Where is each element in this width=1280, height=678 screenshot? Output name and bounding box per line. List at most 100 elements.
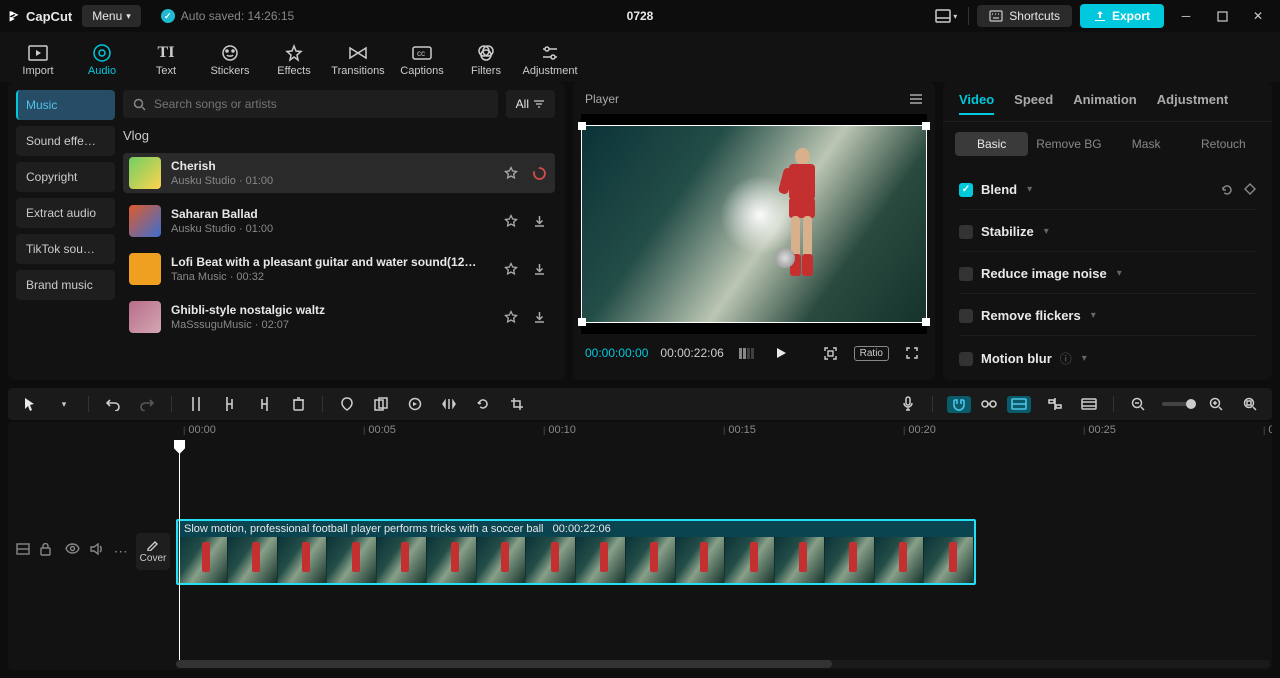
snap-preview-icon[interactable] xyxy=(1007,396,1031,413)
tab-text[interactable]: TI Text xyxy=(138,36,194,82)
download-icon[interactable] xyxy=(529,211,549,231)
player-menu-icon[interactable] xyxy=(909,93,923,105)
trim-left-button[interactable] xyxy=(220,394,240,414)
resize-handle[interactable] xyxy=(922,122,930,130)
tab-stickers[interactable]: Stickers xyxy=(202,36,258,82)
sidebar-item-copyright[interactable]: Copyright xyxy=(16,162,115,192)
search-input-wrapper[interactable] xyxy=(123,90,498,118)
resize-handle[interactable] xyxy=(578,122,586,130)
magnet-main-icon[interactable] xyxy=(947,396,971,413)
video-clip[interactable]: Slow motion, professional football playe… xyxy=(176,519,976,585)
redo-button[interactable] xyxy=(137,394,157,414)
timeline-scrollbar[interactable] xyxy=(176,660,1270,668)
lock-icon[interactable] xyxy=(40,543,54,559)
timeline-ruler[interactable]: 00:00 00:05 00:10 00:15 00:20 00:25 00 xyxy=(8,422,1272,442)
cover-button[interactable]: Cover xyxy=(136,533,170,570)
play-button[interactable] xyxy=(770,342,792,364)
inspector-tab-video[interactable]: Video xyxy=(959,92,994,115)
chevron-down-icon[interactable]: ▾ xyxy=(54,394,74,414)
subtab-mask[interactable]: Mask xyxy=(1110,132,1183,156)
tab-filters[interactable]: Filters xyxy=(458,36,514,82)
player-frame[interactable] xyxy=(581,125,927,323)
crop-button[interactable] xyxy=(507,394,527,414)
filter-all-button[interactable]: All xyxy=(506,90,555,118)
download-icon[interactable] xyxy=(529,259,549,279)
ratio-button[interactable]: Ratio xyxy=(854,346,889,361)
track-item[interactable]: Ghibli-style nostalgic waltz MaSssuguMus… xyxy=(123,297,555,337)
split-button[interactable] xyxy=(186,394,206,414)
subtab-retouch[interactable]: Retouch xyxy=(1187,132,1260,156)
inspector-tab-adjustment[interactable]: Adjustment xyxy=(1157,92,1229,115)
resize-handle[interactable] xyxy=(922,318,930,326)
duplicate-button[interactable] xyxy=(371,394,391,414)
align-icon[interactable] xyxy=(1045,394,1065,414)
delete-button[interactable] xyxy=(288,394,308,414)
download-icon[interactable] xyxy=(529,307,549,327)
reverse-button[interactable] xyxy=(405,394,425,414)
link-icon[interactable] xyxy=(977,396,1001,413)
favorite-icon[interactable] xyxy=(501,163,521,183)
reduce-noise-checkbox[interactable] xyxy=(959,267,973,281)
search-input[interactable] xyxy=(154,97,488,111)
select-tool[interactable] xyxy=(20,394,40,414)
shortcuts-button[interactable]: Shortcuts xyxy=(977,5,1072,27)
sidebar-item-music[interactable]: Music xyxy=(16,90,115,120)
rotate-button[interactable] xyxy=(473,394,493,414)
layout-button[interactable]: ▾ xyxy=(932,4,960,28)
sidebar-item-brand-music[interactable]: Brand music xyxy=(16,270,115,300)
resize-handle[interactable] xyxy=(578,318,586,326)
track-item[interactable]: Lofi Beat with a pleasant guitar and wat… xyxy=(123,249,555,289)
tab-effects[interactable]: Effects xyxy=(266,36,322,82)
keyframe-icon[interactable] xyxy=(1244,183,1256,197)
subtab-basic[interactable]: Basic xyxy=(955,132,1028,156)
undo-button[interactable] xyxy=(103,394,123,414)
sidebar-item-extract-audio[interactable]: Extract audio xyxy=(16,198,115,228)
tab-audio[interactable]: Audio xyxy=(74,36,130,82)
collapse-icon[interactable] xyxy=(16,543,30,559)
close-button[interactable]: ✕ xyxy=(1244,4,1272,28)
motion-blur-checkbox[interactable] xyxy=(959,352,973,366)
favorite-icon[interactable] xyxy=(501,259,521,279)
chevron-down-icon[interactable]: ▾ xyxy=(1027,184,1032,195)
sidebar-item-tiktok-sounds[interactable]: TikTok sou… xyxy=(16,234,115,264)
mic-button[interactable] xyxy=(898,394,918,414)
compare-icon[interactable] xyxy=(736,342,758,364)
tab-import[interactable]: Import xyxy=(10,36,66,82)
track-settings-icon[interactable] xyxy=(1079,394,1099,414)
chevron-down-icon[interactable]: ▾ xyxy=(1117,268,1122,279)
zoom-fit-icon[interactable] xyxy=(1240,394,1260,414)
more-icon[interactable]: ⋯ xyxy=(114,543,128,559)
tab-captions[interactable]: cc Captions xyxy=(394,36,450,82)
mirror-button[interactable] xyxy=(439,394,459,414)
clips-area[interactable]: Slow motion, professional football playe… xyxy=(170,442,1272,660)
inspector-tab-speed[interactable]: Speed xyxy=(1014,92,1053,115)
blend-checkbox[interactable] xyxy=(959,183,973,197)
zoom-out-icon[interactable] xyxy=(1128,394,1148,414)
sidebar-item-sound-effects[interactable]: Sound effe… xyxy=(16,126,115,156)
export-button[interactable]: Export xyxy=(1080,4,1164,28)
scan-icon[interactable] xyxy=(820,342,842,364)
tab-adjustment[interactable]: Adjustment xyxy=(522,36,578,82)
chevron-down-icon[interactable]: ▾ xyxy=(1082,353,1087,364)
info-icon[interactable]: ⓘ xyxy=(1060,350,1072,367)
fullscreen-icon[interactable] xyxy=(901,342,923,364)
minimize-button[interactable]: ─ xyxy=(1172,4,1200,28)
track-item[interactable]: Saharan Ballad Ausku Studio · 01:00 xyxy=(123,201,555,241)
playhead[interactable] xyxy=(179,442,180,660)
reset-icon[interactable] xyxy=(1220,183,1234,197)
loading-icon[interactable] xyxy=(529,163,549,183)
maximize-button[interactable] xyxy=(1208,4,1236,28)
trim-right-button[interactable] xyxy=(254,394,274,414)
player-viewport[interactable] xyxy=(581,114,927,334)
favorite-icon[interactable] xyxy=(501,307,521,327)
mute-icon[interactable] xyxy=(90,543,104,559)
remove-flickers-checkbox[interactable] xyxy=(959,309,973,323)
stabilize-checkbox[interactable] xyxy=(959,225,973,239)
menu-button[interactable]: Menu ▾ xyxy=(82,5,141,27)
track-item[interactable]: Cherish Ausku Studio · 01:00 xyxy=(123,153,555,193)
zoom-slider[interactable] xyxy=(1162,402,1192,406)
tab-transitions[interactable]: Transitions xyxy=(330,36,386,82)
zoom-in-icon[interactable] xyxy=(1206,394,1226,414)
favorite-icon[interactable] xyxy=(501,211,521,231)
inspector-tab-animation[interactable]: Animation xyxy=(1073,92,1137,115)
